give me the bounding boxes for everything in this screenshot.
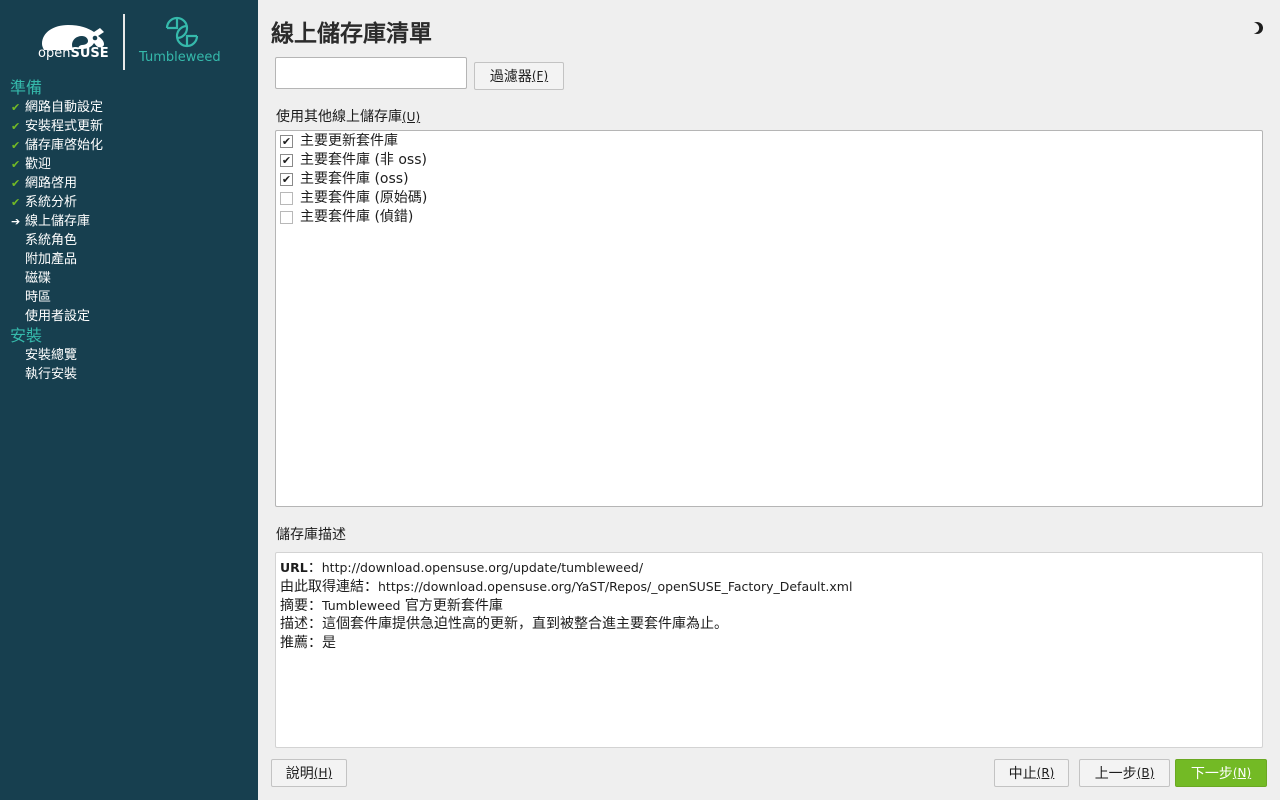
check-icon: ✔	[11, 120, 21, 133]
list-item[interactable]: 主要套件庫 (原始碼)	[276, 189, 1262, 208]
repo-description-label: 儲存庫描述	[276, 527, 346, 543]
step-installer-update: ✔ 安裝程式更新	[11, 119, 104, 134]
check-icon: ✔	[11, 196, 21, 209]
list-item[interactable]: ✔ 主要套件庫 (oss)	[276, 170, 1262, 189]
tumbleweed-icon	[165, 16, 199, 48]
list-item[interactable]: ✔ 主要更新套件庫	[276, 132, 1262, 151]
list-item[interactable]: ✔ 主要套件庫 (非 oss)	[276, 151, 1262, 170]
repo-list-label: 使用其他線上儲存庫(U)	[276, 109, 421, 125]
step-perform-installation: 執行安裝	[25, 367, 78, 382]
abort-button[interactable]: 中止 (R)	[994, 759, 1069, 787]
stage-title-prepare: 準備	[10, 78, 43, 97]
check-icon: ✔	[11, 139, 21, 152]
logo-area: openSUSE Tumbleweed	[38, 12, 228, 72]
step-user-settings: 使用者設定	[25, 309, 91, 324]
check-icon: ✔	[11, 158, 21, 171]
desc-recommended-line: 推薦：是	[280, 635, 336, 651]
checkbox[interactable]	[280, 192, 293, 205]
help-button[interactable]: 說明 (H)	[271, 759, 347, 787]
check-icon: ✔	[11, 177, 21, 190]
check-icon: ✔	[11, 101, 21, 114]
tumbleweed-wordmark: Tumbleweed	[139, 50, 221, 65]
page-title: 線上儲存庫清單	[271, 21, 432, 47]
repo-list[interactable]: ✔ 主要更新套件庫 ✔ 主要套件庫 (非 oss) ✔ 主要套件庫 (oss) 主要套…	[275, 130, 1263, 507]
arrow-right-icon: ➔	[11, 215, 21, 228]
sidebar: openSUSE Tumbleweed 準備 ✔ 網路自動設定 ✔ 安裝程式更新 ✔…	[0, 0, 258, 800]
desc-summary-line: 摘要：Tumbleweed 官方更新套件庫	[280, 598, 503, 614]
step-network-autoconfig: ✔ 網路自動設定	[11, 100, 104, 115]
stage-title-install: 安裝	[10, 326, 43, 345]
step-installation-overview: 安裝總覽	[25, 348, 78, 363]
step-welcome: ✔ 歡迎	[11, 157, 52, 172]
opensuse-wordmark: openSUSE	[38, 46, 109, 61]
filter-input[interactable]	[275, 57, 467, 89]
step-system-role: 系統角色	[25, 233, 78, 248]
desc-source-line: 由此取得連結：https://download.opensuse.org/YaS…	[280, 579, 853, 595]
checkbox[interactable]: ✔	[280, 154, 293, 167]
desc-description-line: 描述：這個套件庫提供急迫性高的更新，直到被整合進主要套件庫為止。	[280, 616, 728, 632]
installation-steps: 準備 ✔ 網路自動設定 ✔ 安裝程式更新 ✔ 儲存庫啓始化 ✔ 歡迎 ✔ 網路啓用 ✔ 系統…	[10, 78, 250, 384]
step-disk: 磁碟	[25, 271, 52, 286]
filter-button[interactable]: 過濾器 (F)	[474, 62, 564, 90]
back-button[interactable]: 上一步 (B)	[1079, 759, 1170, 787]
step-repo-init: ✔ 儲存庫啓始化	[11, 138, 104, 153]
checkbox[interactable]: ✔	[280, 173, 293, 186]
list-item[interactable]: 主要套件庫 (偵錯)	[276, 208, 1262, 227]
step-timezone: 時區	[25, 290, 52, 305]
main-content: 線上儲存庫清單 過濾器 (F) 使用其他線上儲存庫(U) ✔ 主要更新套件庫 ✔ 主要…	[258, 0, 1280, 800]
step-add-on-products: 附加產品	[25, 252, 78, 267]
step-system-analysis: ✔ 系統分析	[11, 195, 78, 210]
repo-description: URL：http://download.opensuse.org/update/…	[275, 552, 1263, 748]
half-moon-icon[interactable]	[1250, 21, 1264, 35]
checkbox[interactable]: ✔	[280, 135, 293, 148]
logo-divider	[123, 14, 125, 70]
next-button[interactable]: 下一步 (N)	[1175, 759, 1267, 787]
step-online-repositories: ➔ 線上儲存庫	[11, 214, 91, 229]
desc-url-line: URL：http://download.opensuse.org/update/…	[280, 560, 644, 576]
checkbox[interactable]	[280, 211, 293, 224]
step-network-activation: ✔ 網路啓用	[11, 176, 78, 191]
